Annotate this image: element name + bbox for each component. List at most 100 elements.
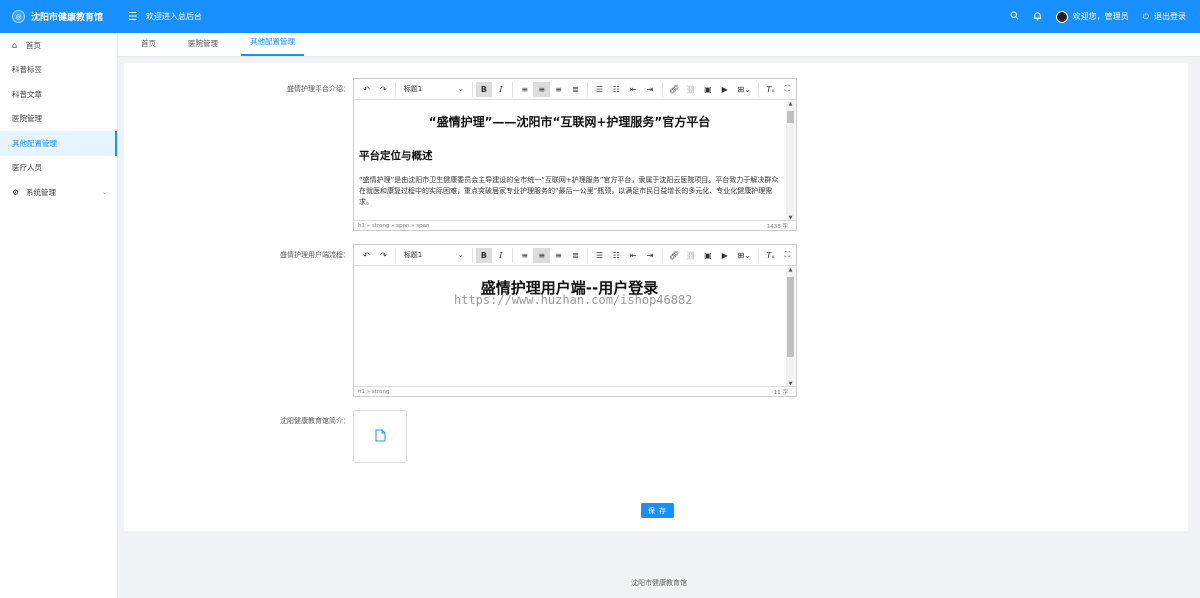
sidebar-item-home[interactable]: ⌂ 首页 — [0, 33, 117, 58]
editor-heading: “盛情护理”——沈阳市“互联网+护理服务”官方平台 — [428, 115, 711, 129]
table-icon[interactable]: ⊞⌄ — [733, 82, 755, 97]
align-justify-icon[interactable]: ≣ — [567, 82, 584, 97]
home-icon: ⌂ — [12, 40, 18, 50]
sidebar-item-medical-staff[interactable]: 医疗人员 — [0, 156, 117, 181]
rich-text-editor-platform-intro[interactable]: ↶ ↷ 标题1 ⌄ B I ≡ ≡ ≡ ≣ ☰ ☷ ⇤ ⇥ 🔗︎ ⛓︎ ▣ ▶ ⊞… — [353, 78, 797, 231]
logout-button[interactable]: ⏻ 退出登录 — [1143, 11, 1186, 22]
align-left-icon[interactable]: ≡ — [516, 248, 533, 263]
editor-content[interactable]: “盛情护理”——沈阳市“互联网+护理服务”官方平台 平台定位与概述 “盛情护理”… — [354, 101, 796, 221]
welcome-text: 欢迎进入总后台 — [145, 12, 202, 21]
save-button[interactable]: 保 存 — [641, 503, 674, 518]
gear-icon: ⚙ — [12, 187, 20, 197]
media-icon[interactable]: ▶ — [716, 82, 733, 97]
sidebar-item-other-config[interactable]: 其他配置管理 — [0, 131, 117, 156]
app-title: 沈阳市健康教育馆 — [31, 13, 104, 23]
image-icon[interactable]: ▣ — [699, 248, 716, 263]
heading-select[interactable]: 标题1 ⌄ — [399, 82, 469, 97]
undo-icon[interactable]: ↶ — [358, 248, 375, 263]
sidebar-item-label: 科普文章 — [12, 89, 42, 99]
clear-format-icon[interactable]: Tₓ — [762, 248, 779, 263]
element-path: h1 » strong » span » span — [358, 222, 430, 229]
fullscreen-icon[interactable]: ⛶ — [779, 82, 796, 97]
sidebar-item-label: 其他配置管理 — [12, 138, 57, 148]
tab-bar: 首页 医院管理 其他配置管理 — [118, 33, 1200, 57]
numbered-list-icon[interactable]: ☷ — [608, 82, 625, 97]
bullet-list-icon[interactable]: ☰ — [591, 248, 608, 263]
outdent-icon[interactable]: ⇤ — [625, 82, 642, 97]
file-upload-box[interactable] — [353, 410, 407, 463]
field-label-platform-intro: 盛情护理平台介绍： — [287, 85, 350, 93]
top-header: ◎ 沈阳市健康教育馆 ☰ 欢迎进入总后台 欢迎您，管理员 ⏻ 退出登录 — [0, 0, 1200, 33]
align-right-icon[interactable]: ≡ — [550, 82, 567, 97]
fullscreen-icon[interactable]: ⛶ — [779, 248, 796, 263]
menu-toggle-icon[interactable]: ☰ — [128, 10, 138, 23]
bell-icon[interactable] — [1033, 11, 1042, 23]
align-center-icon[interactable]: ≡ — [533, 247, 551, 263]
file-icon — [375, 429, 386, 444]
image-icon[interactable]: ▣ — [699, 82, 716, 97]
app-logo[interactable]: ◎ 沈阳市健康教育馆 — [0, 0, 118, 33]
sidebar: ⌂ 首页 科普标签 科普文章 医院管理 其他配置管理 医疗人员 ⚙ 系统管理 ⌄ — [0, 33, 118, 598]
word-count: 1438 字 — [766, 223, 788, 230]
search-icon[interactable] — [1010, 11, 1019, 22]
editor-statusbar: h1 » strong 11 字 — [354, 386, 796, 396]
sidebar-item-label: 医疗人员 — [12, 163, 42, 173]
footer-text: 沈阳市健康教育馆 — [631, 579, 687, 587]
table-icon[interactable]: ⊞⌄ — [733, 248, 755, 263]
media-icon[interactable]: ▶ — [716, 248, 733, 263]
sidebar-item-articles[interactable]: 科普文章 — [0, 82, 117, 107]
heading-select[interactable]: 标题1 ⌄ — [399, 248, 469, 263]
field-label-museum-intro: 沈阳健康教育馆简介： — [280, 417, 350, 425]
tab-other-config[interactable]: 其他配置管理 — [241, 36, 304, 56]
bold-icon[interactable]: B — [475, 247, 493, 263]
undo-icon[interactable]: ↶ — [358, 82, 375, 97]
sidebar-item-hospitals[interactable]: 医院管理 — [0, 107, 117, 132]
scroll-thumb[interactable] — [787, 277, 794, 357]
sidebar-item-label: 医院管理 — [12, 114, 42, 124]
rich-text-editor-user-flow[interactable]: ↶ ↷ 标题1 ⌄ B I ≡ ≡ ≡ ≣ ☰ ☷ ⇤ ⇥ 🔗︎ ⛓︎ ▣ ▶ ⊞… — [353, 244, 797, 397]
logo-icon: ◎ — [12, 10, 25, 23]
editor-toolbar: ↶ ↷ 标题1 ⌄ B I ≡ ≡ ≡ ≣ ☰ ☷ ⇤ ⇥ 🔗︎ ⛓︎ ▣ ▶ ⊞… — [354, 79, 796, 100]
chevron-down-icon: ⌄ — [457, 85, 464, 93]
align-justify-icon[interactable]: ≣ — [567, 248, 584, 263]
outdent-icon[interactable]: ⇤ — [625, 248, 642, 263]
sidebar-item-label: 系统管理 — [26, 187, 56, 197]
bullet-list-icon[interactable]: ☰ — [591, 82, 608, 97]
tab-home[interactable]: 首页 — [132, 38, 165, 56]
numbered-list-icon[interactable]: ☷ — [608, 248, 625, 263]
unlink-icon[interactable]: ⛓︎ — [682, 82, 699, 97]
unlink-icon[interactable]: ⛓︎ — [682, 248, 699, 263]
sidebar-item-tags[interactable]: 科普标签 — [0, 58, 117, 83]
align-right-icon[interactable]: ≡ — [550, 248, 567, 263]
tab-hospitals[interactable]: 医院管理 — [179, 38, 227, 56]
user-greeting: 欢迎您，管理员 — [1072, 12, 1129, 21]
editor-paragraph: “盛情护理”是由沈阳市卫生健康委员会主导建设的全市统一“互联网+护理服务”官方平… — [359, 176, 779, 206]
link-icon[interactable]: 🔗︎ — [666, 82, 683, 97]
bold-icon[interactable]: B — [475, 81, 493, 97]
editor-scrollbar[interactable]: ▲ ▼ — [786, 267, 795, 387]
scroll-thumb[interactable] — [787, 111, 794, 123]
redo-icon[interactable]: ↷ — [375, 248, 392, 263]
user-menu[interactable]: 欢迎您，管理员 — [1055, 10, 1129, 23]
redo-icon[interactable]: ↷ — [375, 82, 392, 97]
link-icon[interactable]: 🔗︎ — [666, 248, 683, 263]
chevron-down-icon: ⌄ — [101, 188, 107, 196]
scroll-up-icon[interactable]: ▲ — [786, 267, 795, 273]
sidebar-item-system[interactable]: ⚙ 系统管理 ⌄ — [0, 180, 117, 205]
clear-format-icon[interactable]: Tₓ — [762, 82, 779, 97]
word-count: 11 字 — [773, 389, 788, 396]
scroll-up-icon[interactable]: ▲ — [786, 101, 795, 107]
editor-statusbar: h1 » strong » span » span 1438 字 — [354, 220, 796, 230]
italic-icon[interactable]: I — [492, 248, 509, 263]
avatar — [1055, 10, 1068, 23]
align-left-icon[interactable]: ≡ — [516, 82, 533, 97]
indent-icon[interactable]: ⇥ — [642, 248, 659, 263]
logout-label: 退出登录 — [1154, 12, 1186, 21]
sidebar-item-label: 首页 — [26, 40, 41, 50]
editor-content[interactable]: 盛情护理用户端--用户登录 — [354, 267, 796, 387]
indent-icon[interactable]: ⇥ — [642, 82, 659, 97]
editor-scrollbar[interactable]: ▲ ▼ — [786, 101, 795, 221]
editor-toolbar: ↶ ↷ 标题1 ⌄ B I ≡ ≡ ≡ ≣ ☰ ☷ ⇤ ⇥ 🔗︎ ⛓︎ ▣ ▶ ⊞… — [354, 245, 796, 266]
align-center-icon[interactable]: ≡ — [533, 81, 551, 97]
italic-icon[interactable]: I — [492, 82, 509, 97]
